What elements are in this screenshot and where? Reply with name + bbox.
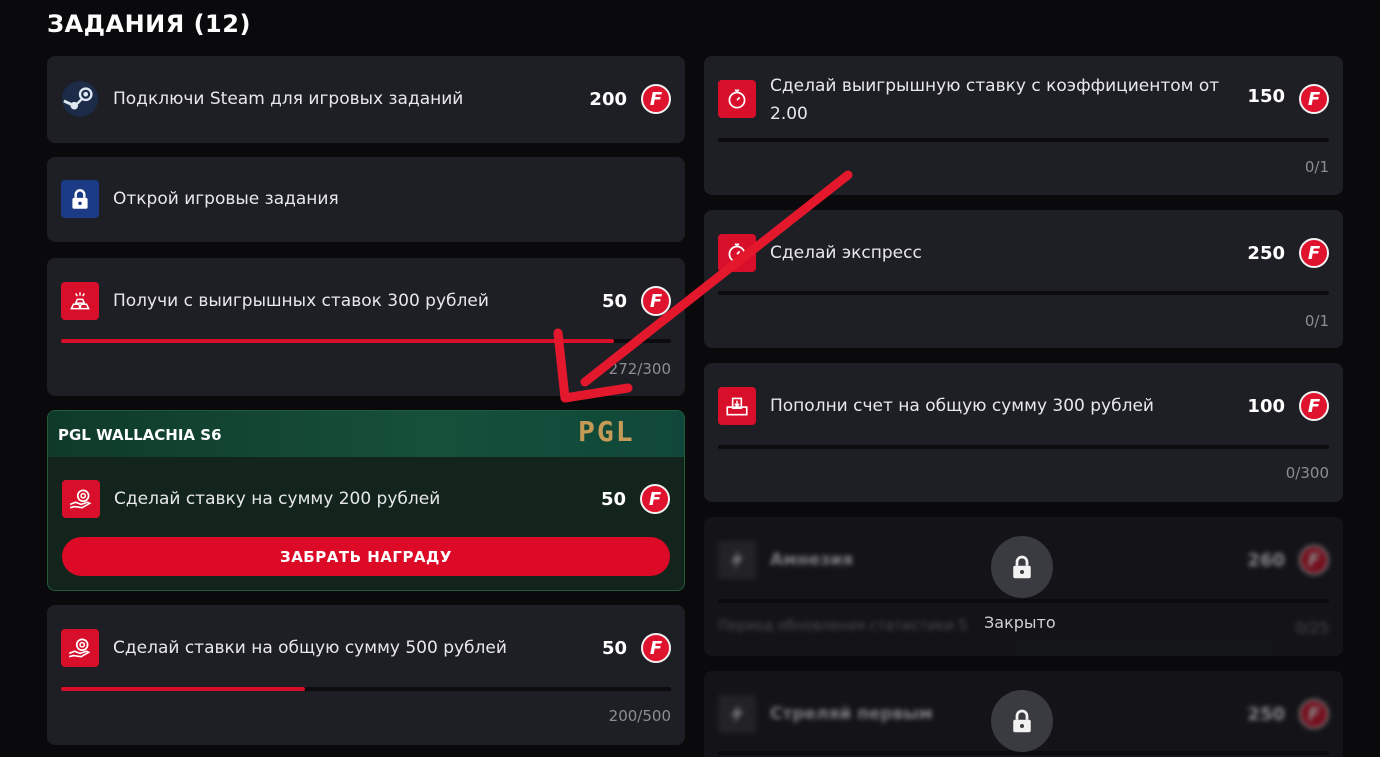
lock-icon <box>991 690 1053 752</box>
coin-icon: F <box>1299 84 1329 114</box>
closed-label: Закрыто <box>984 613 1056 632</box>
progress-count: 0/1 <box>1304 312 1329 330</box>
progress-bar <box>61 339 671 343</box>
lock-icon <box>991 536 1053 598</box>
hand-chip-icon <box>61 629 99 667</box>
task-label: Получи с выигрышных ставок 300 рублей <box>113 290 489 311</box>
coin-icon: F <box>641 84 671 114</box>
task-label: Сделай выигрышную ставку с коэффициентом… <box>770 76 1220 125</box>
task-card-open-game[interactable]: Открой игровые задания <box>47 157 685 242</box>
task-card-pgl: PGL WALLACHIA S6 PGL Сделай ставку на су… <box>47 410 685 591</box>
stopwatch-icon <box>718 80 756 118</box>
task-points: 260 <box>1247 549 1285 571</box>
lightning-icon <box>718 541 756 579</box>
task-card-bets-total[interactable]: Сделай ставки на общую сумму 500 рублей … <box>47 605 685 745</box>
task-points: 250 <box>1247 242 1285 264</box>
task-card-express[interactable]: Сделай экспресс 250 F 0/1 <box>704 210 1343 348</box>
progress-count: 0/25 <box>1295 619 1329 637</box>
tasks-page: ЗАДАНИЯ (12) Подключи Steam для игровых … <box>0 0 1380 757</box>
coin-icon: F <box>640 484 670 514</box>
task-label: Сделай ставку на сумму 200 рублей <box>114 488 441 509</box>
lightning-icon <box>718 695 756 733</box>
task-label: Пополни счет на общую сумму 300 рублей <box>770 395 1154 416</box>
pgl-logo: PGL <box>578 415 635 448</box>
task-points: 200 <box>589 88 627 110</box>
task-points: 50 <box>600 488 626 510</box>
task-label: Сделай ставки на общую сумму 500 рублей <box>113 637 507 658</box>
claim-reward-button[interactable]: ЗАБРАТЬ НАГРАДУ <box>62 537 670 576</box>
task-card-win-coef[interactable]: Сделай выигрышную ставку с коэффициентом… <box>704 56 1343 195</box>
coin-icon: F <box>641 633 671 663</box>
task-label: Сделай экспресс <box>770 242 922 263</box>
progress-bar <box>718 138 1329 142</box>
progress-count: 0/1 <box>1304 158 1329 176</box>
coin-icon: F <box>1299 545 1329 575</box>
task-card-steam[interactable]: Подключи Steam для игровых заданий 200 F <box>47 56 685 143</box>
task-points: 150 <box>1247 86 1285 107</box>
coin-icon: F <box>1299 391 1329 421</box>
task-points: 50 <box>601 290 627 312</box>
task-label: Подключи Steam для игровых заданий <box>113 88 464 109</box>
event-name: PGL WALLACHIA S6 <box>58 426 222 444</box>
task-note: Период обновления статистики 5 <box>718 618 968 634</box>
stopwatch-icon <box>718 234 756 272</box>
progress-bar <box>718 599 1329 603</box>
coin-icon: F <box>1299 699 1329 729</box>
steam-icon <box>61 80 99 118</box>
hand-chip-icon <box>62 480 100 518</box>
gold-bars-icon <box>61 282 99 320</box>
task-card-winnings[interactable]: Получи с выигрышных ставок 300 рублей 50… <box>47 258 685 396</box>
task-label: Открой игровые задания <box>113 188 339 209</box>
progress-bar <box>718 291 1329 295</box>
task-points: 100 <box>1247 395 1285 417</box>
progress-bar <box>61 687 671 691</box>
deposit-icon <box>718 387 756 425</box>
progress-count: 0/300 <box>1285 464 1329 482</box>
task-points: 250 <box>1247 703 1285 725</box>
progress-bar <box>718 445 1329 449</box>
lock-icon <box>61 180 99 218</box>
coin-icon: F <box>1299 238 1329 268</box>
progress-count: 272/300 <box>608 360 671 378</box>
event-banner: PGL WALLACHIA S6 PGL <box>48 411 684 457</box>
coin-icon: F <box>641 286 671 316</box>
page-title: ЗАДАНИЯ (12) <box>47 10 251 38</box>
progress-count: 200/500 <box>608 707 671 725</box>
task-card-deposit[interactable]: Пополни счет на общую сумму 300 рублей 1… <box>704 363 1343 502</box>
task-points: 50 <box>601 637 627 659</box>
